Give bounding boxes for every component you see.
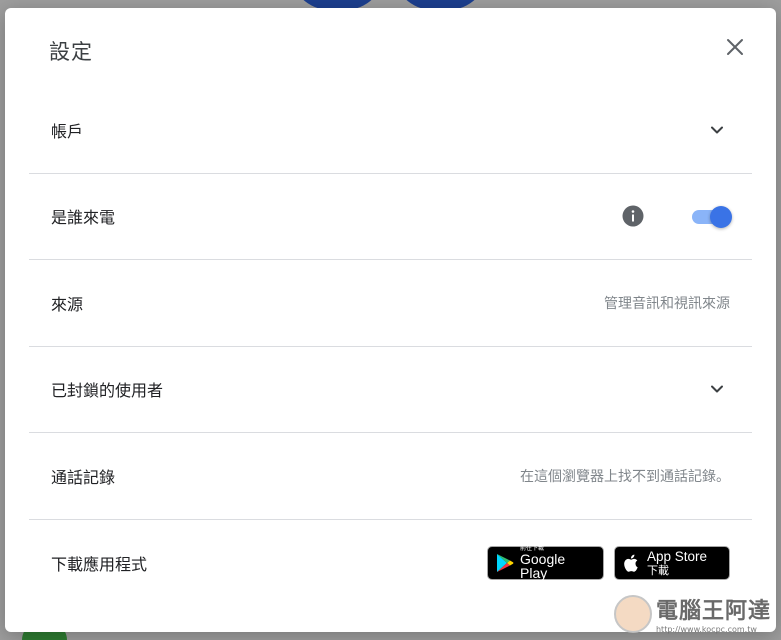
settings-list: 帳戶 是誰來電 來源 管理音訊和視訊來源 已封鎖的使用者 通話記錄 在這個瀏覽器… — [29, 87, 752, 606]
toggle-thumb — [710, 206, 732, 229]
watermark-url: http://www.kocpc.com.tw — [655, 625, 757, 634]
close-button[interactable] — [724, 36, 746, 58]
info-icon[interactable] — [622, 205, 644, 227]
settings-row-caller-id: 是誰來電 — [29, 174, 752, 260]
row-label: 已封鎖的使用者 — [51, 381, 164, 401]
row-label: 下載應用程式 — [51, 554, 148, 574]
google-play-icon — [497, 553, 514, 572]
row-label: 來源 — [51, 294, 84, 314]
badge-sub-text: 下載 — [647, 564, 669, 577]
row-label: 是誰來電 — [51, 208, 116, 228]
settings-row-sources[interactable]: 來源 管理音訊和視訊來源 — [29, 260, 752, 347]
app-store-badge[interactable]: App Store 下載 — [614, 545, 730, 580]
store-badges: 前往下載 Google Play App Store 下載 — [487, 545, 730, 581]
chevron-down-icon[interactable] — [708, 121, 726, 139]
row-label: 帳戶 — [51, 121, 84, 141]
watermark-title: 電腦王阿達 — [655, 599, 771, 624]
settings-dialog: 設定 帳戶 是誰來電 來源 管理音訊和視訊來源 已封鎖的使用者 通話記錄 在這個… — [5, 8, 776, 632]
watermark-logo-icon — [613, 594, 652, 633]
settings-row-account[interactable]: 帳戶 — [29, 87, 752, 174]
row-label: 通話記錄 — [51, 467, 116, 487]
caller-id-toggle[interactable] — [692, 206, 732, 229]
settings-row-blocked-users[interactable]: 已封鎖的使用者 — [29, 347, 752, 433]
dialog-title: 設定 — [49, 40, 93, 64]
apple-icon — [624, 554, 638, 572]
watermark: 電腦王阿達 http://www.kocpc.com.tw — [613, 593, 771, 634]
call-history-hint: 在這個瀏覽器上找不到通話記錄。 — [520, 468, 730, 485]
settings-row-call-history: 通話記錄 在這個瀏覽器上找不到通話記錄。 — [29, 433, 752, 520]
badge-store-name: App Store — [647, 548, 708, 564]
chevron-down-icon[interactable] — [708, 380, 726, 398]
badge-store-name: Google Play — [520, 550, 566, 581]
sources-hint[interactable]: 管理音訊和視訊來源 — [604, 293, 730, 313]
google-play-badge[interactable]: 前往下載 Google Play — [487, 545, 604, 581]
close-icon — [727, 39, 743, 55]
